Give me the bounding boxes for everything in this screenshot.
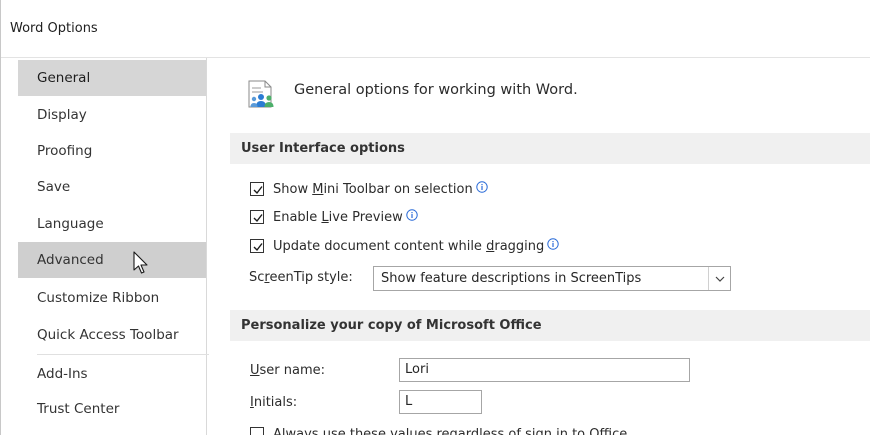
sidebar-item-general[interactable]: General	[18, 60, 206, 96]
sidebar-divider	[37, 354, 209, 355]
sidebar-item-quick-access-toolbar[interactable]: Quick Access Toolbar	[18, 317, 206, 353]
sidebar-item-proofing[interactable]: Proofing	[18, 133, 206, 169]
screentip-style-dropdown[interactable]: Show feature descriptions in ScreenTips	[373, 266, 731, 291]
always-use-values-label: Always use these values regardless of si…	[273, 426, 632, 435]
update-while-dragging-checkbox[interactable]	[250, 239, 264, 253]
live-preview-checkbox[interactable]	[250, 210, 264, 224]
section-header-personalize: Personalize your copy of Microsoft Offic…	[230, 310, 870, 341]
update-while-dragging-option[interactable]: Update document content while dragging	[250, 236, 559, 256]
sidebar-item-trust-center[interactable]: Trust Center	[18, 391, 206, 427]
sidebar-item-customize-ribbon[interactable]: Customize Ribbon	[18, 280, 206, 316]
sidebar-item-advanced[interactable]: Advanced	[18, 242, 206, 278]
initials-label: Initials:	[250, 395, 298, 410]
mini-toolbar-checkbox[interactable]	[250, 182, 264, 196]
general-options-icon	[248, 80, 274, 108]
screentip-style-value: Show feature descriptions in ScreenTips	[381, 271, 642, 286]
user-name-input[interactable]: Lori	[399, 358, 690, 382]
title-bar: Word Options	[1, 0, 870, 58]
general-options-pane: General options for working with Word. U…	[214, 58, 870, 435]
mouse-pointer-icon	[133, 251, 148, 274]
info-icon[interactable]	[406, 209, 418, 221]
chevron-down-icon	[715, 276, 725, 282]
always-use-values-checkbox[interactable]	[250, 427, 264, 435]
sidebar-item-save[interactable]: Save	[18, 169, 206, 205]
dropdown-button[interactable]	[708, 267, 730, 290]
options-sidebar: General Display Proofing Save Language A…	[17, 58, 209, 435]
live-preview-label: Enable Live Preview	[273, 209, 403, 225]
info-icon[interactable]	[547, 238, 559, 250]
info-icon[interactable]	[476, 181, 488, 193]
sidebar-item-add-ins[interactable]: Add-Ins	[18, 356, 206, 392]
word-options-window: Word Options General Display Proofing Sa…	[0, 0, 870, 435]
sidebar-item-language[interactable]: Language	[18, 206, 206, 242]
mini-toolbar-option[interactable]: Show Mini Toolbar on selection	[250, 179, 488, 199]
sidebar-item-display[interactable]: Display	[18, 97, 206, 133]
section-header-user-interface: User Interface options	[230, 133, 870, 164]
update-while-dragging-label: Update document content while dragging	[273, 238, 545, 254]
window-title: Word Options	[10, 21, 98, 36]
live-preview-option[interactable]: Enable Live Preview	[250, 207, 418, 227]
screentip-style-label: ScreenTip style:	[249, 270, 353, 285]
page-heading: General options for working with Word.	[294, 82, 578, 98]
mini-toolbar-label: Show Mini Toolbar on selection	[273, 181, 473, 197]
always-use-values-option[interactable]: Always use these values regardless of si…	[250, 424, 631, 435]
initials-input[interactable]: L	[399, 390, 482, 414]
user-name-label: User name:	[250, 363, 326, 378]
